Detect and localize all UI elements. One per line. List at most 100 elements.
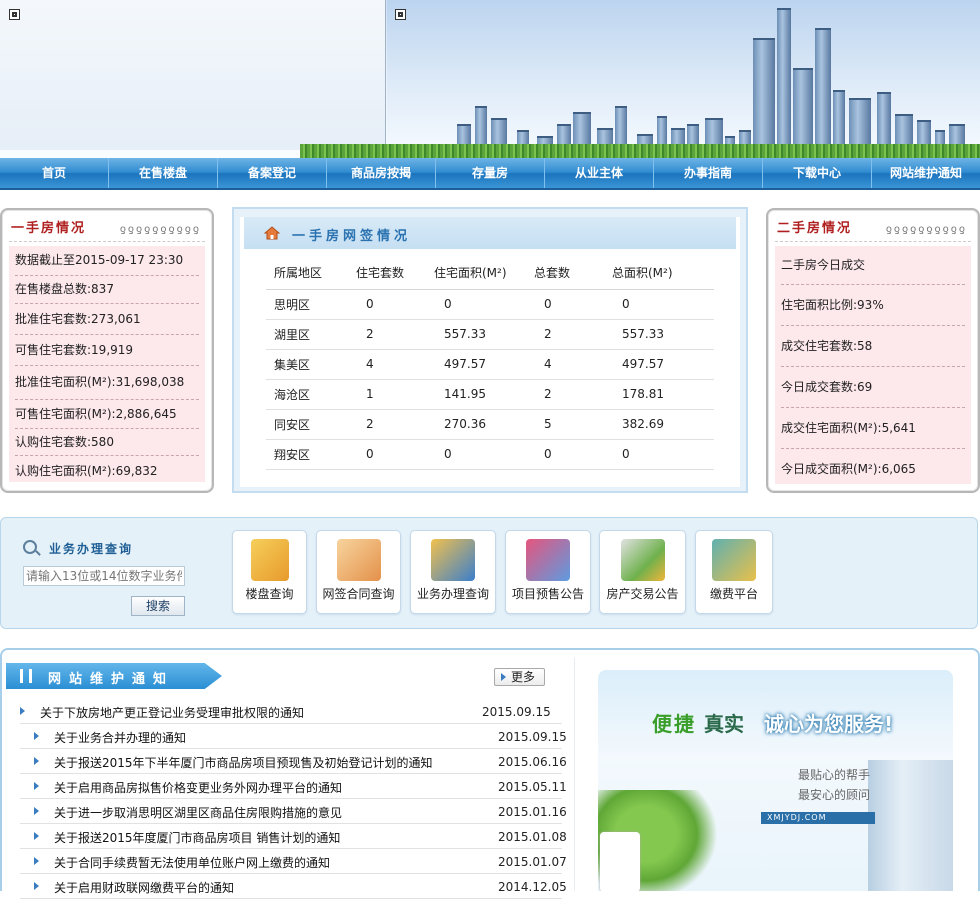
home-icon bbox=[264, 226, 280, 240]
notice-title-link[interactable]: 关于合同手续费暂无法使用单位账户网上缴费的通知 bbox=[54, 854, 330, 871]
card-label: 业务办理查询 bbox=[416, 587, 489, 601]
notice-title-link[interactable]: 关于业务合并办理的通知 bbox=[54, 729, 186, 746]
card-business-query[interactable]: 业务办理查询 bbox=[410, 530, 496, 614]
broken-image-icon bbox=[9, 9, 20, 20]
bullet-arrow-icon bbox=[34, 757, 39, 765]
card-payment-platform[interactable]: 缴费平台 bbox=[695, 530, 773, 614]
first-hand-header: 一手房情况 ƍƍƍƍƍƍƍƍƍƍ bbox=[9, 216, 205, 242]
notice-title-link[interactable]: 关于启用财政联网缴费平台的通知 bbox=[54, 879, 234, 896]
notice-item[interactable]: 关于合同手续费暂无法使用单位账户网上缴费的通知 2015.01.07 bbox=[20, 849, 567, 874]
banner-left-panel bbox=[0, 0, 386, 150]
value-cell: 2 bbox=[526, 319, 604, 350]
column-header: 总套数 bbox=[526, 257, 604, 290]
bullet-arrow-icon bbox=[20, 707, 25, 715]
notice-title-link[interactable]: 关于启用商品房拟售价格变更业务外网办理平台的通知 bbox=[54, 779, 342, 796]
value-cell: 497.57 bbox=[604, 349, 714, 380]
notice-header: 网站维护通知 bbox=[6, 663, 222, 689]
pause-bars-icon bbox=[20, 669, 32, 683]
value-cell: 178.81 bbox=[604, 379, 714, 410]
second-hand-title: 二手房情况 bbox=[777, 221, 853, 236]
value-cell: 4 bbox=[526, 349, 604, 380]
ad-slogan-convenient: 便捷 bbox=[652, 712, 696, 736]
value-cell: 0 bbox=[426, 289, 526, 320]
notice-item[interactable]: 关于报送2015年下半年厦门市商品房项目预现售及初始登记计划的通知 2015.06… bbox=[20, 749, 567, 774]
notice-title: 网站维护通知 bbox=[48, 672, 175, 687]
notice-item[interactable]: 关于报送2015年度厦门市商品房项目 销售计划的通知 2015.01.08 bbox=[20, 824, 567, 849]
table-row: 同安区 2 270.36 5 382.69 bbox=[266, 409, 714, 440]
notice-item[interactable]: 关于进一步取消思明区湖里区商品住房限购措施的意见 2015.01.16 bbox=[20, 799, 567, 824]
notice-title-link[interactable]: 关于进一步取消思明区湖里区商品住房限购措施的意见 bbox=[54, 804, 342, 821]
notice-date: 2015.06.16 bbox=[498, 755, 567, 769]
second-hand-row: 住宅面积比例:93% bbox=[781, 285, 965, 326]
service-ad-banner[interactable]: 便捷 真实 诚心为您服务! 最贴心的帮手 最安心的顾问 XMJYDJ.COM bbox=[598, 670, 953, 891]
value-cell: 557.33 bbox=[604, 319, 714, 350]
main-nav: 首页 在售楼盘 备案登记 商品房按揭 存量房 从业主体 办事指南 下载中心 网站… bbox=[0, 158, 980, 190]
notice-title-link[interactable]: 关于报送2015年度厦门市商品房项目 销售计划的通知 bbox=[54, 829, 340, 846]
ad-line-advisor: 最安心的顾问 bbox=[798, 788, 871, 802]
notice-item[interactable]: 关于启用财政联网缴费平台的通知 2014.12.05 bbox=[20, 874, 567, 899]
district-cell: 同安区 bbox=[266, 409, 348, 440]
card-building-query[interactable]: 楼盘查询 bbox=[232, 530, 307, 614]
nav-item-on-sale[interactable]: 在售楼盘 bbox=[109, 158, 218, 188]
second-hand-body: 二手房今日成交 住宅面积比例:93% 成交住宅套数:58 今日成交套数:69 成… bbox=[775, 246, 971, 484]
nav-item-guide[interactable]: 办事指南 bbox=[654, 158, 763, 188]
nav-item-home[interactable]: 首页 bbox=[0, 158, 109, 188]
banner-grass bbox=[300, 144, 980, 158]
value-cell: 0 bbox=[348, 439, 426, 470]
notice-item[interactable]: 关于业务合并办理的通知 2015.09.15 bbox=[20, 724, 567, 749]
bullet-arrow-icon bbox=[34, 782, 39, 790]
business-number-input[interactable] bbox=[23, 566, 185, 586]
nav-item-existing-housing[interactable]: 存量房 bbox=[436, 158, 545, 188]
value-cell: 2 bbox=[526, 379, 604, 410]
folders-icon bbox=[431, 539, 475, 581]
table-row: 思明区 0 0 0 0 bbox=[266, 289, 714, 320]
notice-date: 2015.01.07 bbox=[498, 855, 567, 869]
value-cell: 0 bbox=[604, 289, 714, 320]
notice-item[interactable]: 关于启用商品房拟售价格变更业务外网办理平台的通知 2015.05.11 bbox=[20, 774, 567, 799]
notice-title-link[interactable]: 关于下放房地产更正登记业务受理审批权限的通知 bbox=[40, 704, 304, 721]
first-hand-title: 一手房情况 bbox=[11, 221, 87, 236]
ad-url: XMJYDJ.COM bbox=[761, 812, 875, 824]
card-contract-query[interactable]: 网签合同查询 bbox=[316, 530, 401, 614]
table-header-row: 所属地区 住宅套数 住宅面积(M²) 总套数 总面积(M²) bbox=[266, 257, 714, 290]
second-hand-row: 二手房今日成交 bbox=[781, 246, 965, 285]
card-transaction-notice[interactable]: 房产交易公告 bbox=[599, 530, 686, 614]
banner-city-image bbox=[387, 0, 980, 158]
first-hand-row: 批准住宅面积(M²):31,698,038 bbox=[15, 366, 199, 400]
online-sign-header: 一手房网签情况 bbox=[244, 217, 736, 249]
more-button[interactable]: 更多 bbox=[494, 668, 545, 686]
value-cell: 0 bbox=[526, 289, 604, 320]
notice-date: 2015.09.15 bbox=[482, 705, 551, 719]
card-presale-notice[interactable]: 项目预售公告 bbox=[505, 530, 591, 614]
nav-item-registration[interactable]: 备案登记 bbox=[218, 158, 327, 188]
value-cell: 5 bbox=[526, 409, 604, 440]
district-cell: 翔安区 bbox=[266, 439, 348, 470]
table-row: 海沧区 1 141.95 2 178.81 bbox=[266, 379, 714, 410]
notice-date: 2015.01.08 bbox=[498, 830, 567, 844]
header-banner bbox=[0, 0, 980, 158]
value-cell: 0 bbox=[348, 289, 426, 320]
nav-item-mortgage[interactable]: 商品房按揭 bbox=[327, 158, 436, 188]
value-cell: 2 bbox=[348, 319, 426, 350]
card-label: 网签合同查询 bbox=[322, 587, 395, 601]
notice-title-link[interactable]: 关于报送2015年下半年厦门市商品房项目预现售及初始登记计划的通知 bbox=[54, 754, 433, 771]
value-cell: 2 bbox=[348, 409, 426, 440]
notice-date: 2015.01.16 bbox=[498, 805, 567, 819]
online-sign-panel: 一手房网签情况 所属地区 住宅套数 住宅面积(M²) 总套数 总面积(M²) 思… bbox=[232, 207, 748, 493]
spiral-decoration: ƍƍƍƍƍƍƍƍƍƍ bbox=[885, 224, 967, 235]
ad-slogan-real: 真实 bbox=[704, 712, 744, 736]
column-header: 总面积(M²) bbox=[604, 257, 714, 290]
first-hand-panel: 一手房情况 ƍƍƍƍƍƍƍƍƍƍ 数据截止至2015-09-17 23:30 在… bbox=[0, 208, 214, 493]
first-hand-row: 可售住宅套数:19,919 bbox=[15, 335, 199, 366]
nav-item-maintenance[interactable]: 网站维护通知 bbox=[872, 158, 980, 188]
search-button[interactable]: 搜索 bbox=[131, 596, 185, 616]
second-hand-row: 今日成交套数:69 bbox=[781, 367, 965, 408]
nav-item-practitioners[interactable]: 从业主体 bbox=[545, 158, 654, 188]
first-hand-row: 数据截止至2015-09-17 23:30 bbox=[15, 246, 199, 276]
chart-icon bbox=[620, 539, 665, 581]
nav-item-downloads[interactable]: 下载中心 bbox=[763, 158, 872, 188]
buildings-graphic bbox=[868, 760, 953, 891]
online-sign-title: 一手房网签情况 bbox=[292, 229, 412, 244]
watering-can-graphic bbox=[600, 832, 640, 891]
notice-item[interactable]: 关于下放房地产更正登记业务受理审批权限的通知 2015.09.15 bbox=[20, 699, 562, 724]
